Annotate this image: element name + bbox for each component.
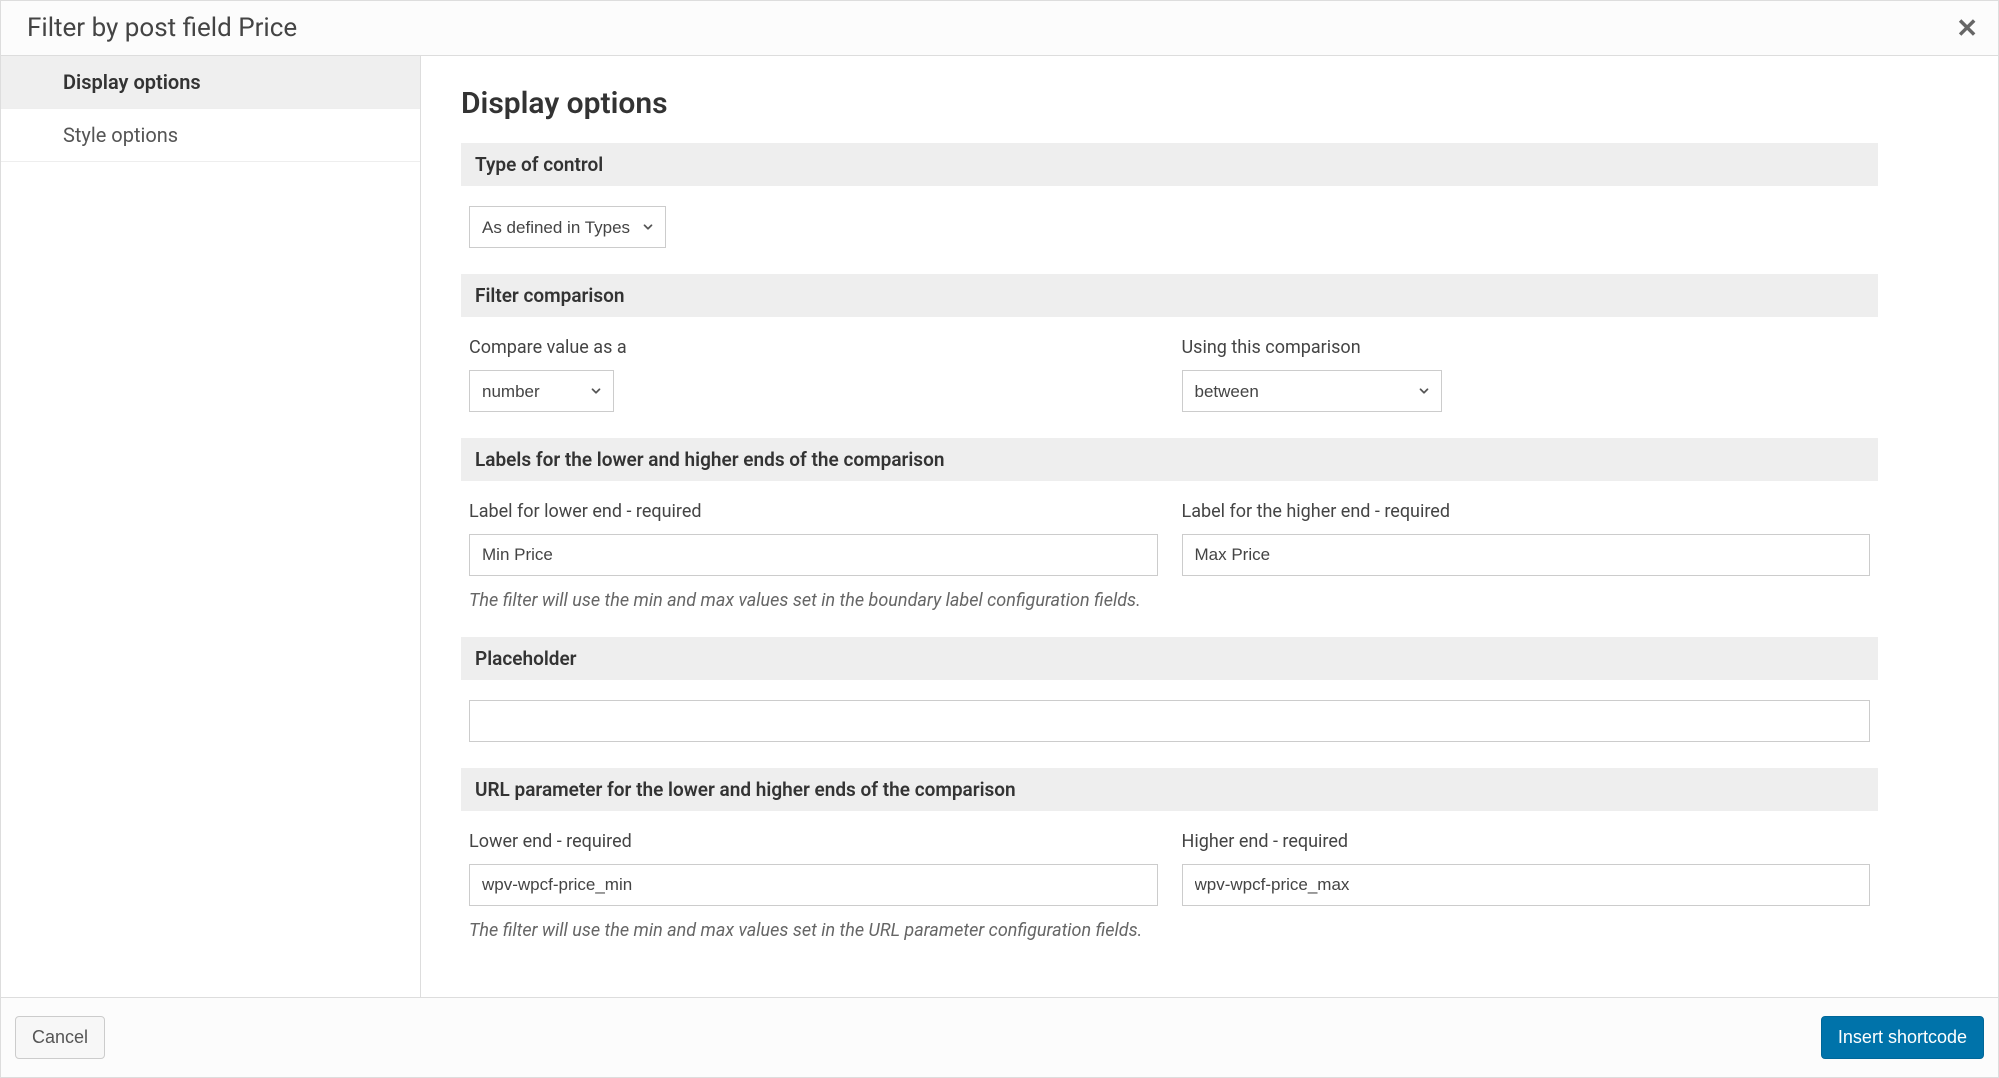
dialog-body: Display options Style options Display op… xyxy=(1,56,1998,997)
section-header-placeholder: Placeholder xyxy=(461,637,1878,680)
section-body-type-of-control: As defined in Types xyxy=(461,206,1878,274)
dialog-header: Filter by post field Price ✕ xyxy=(1,1,1998,56)
dialog-title: Filter by post field Price xyxy=(27,13,297,43)
using-comparison-label: Using this comparison xyxy=(1182,337,1871,358)
label-lower-end-label: Label for lower end - required xyxy=(469,501,1158,522)
section-body-placeholder xyxy=(461,700,1878,768)
label-higher-end-label: Label for the higher end - required xyxy=(1182,501,1871,522)
compare-value-select[interactable]: number xyxy=(469,370,614,412)
section-header-type-of-control: Type of control xyxy=(461,143,1878,186)
sidebar: Display options Style options xyxy=(1,56,421,997)
section-header-labels: Labels for the lower and higher ends of … xyxy=(461,438,1878,481)
url-higher-end-input[interactable] xyxy=(1182,864,1871,906)
main-content: Display options Type of control As defin… xyxy=(421,56,1998,997)
section-header-filter-comparison: Filter comparison xyxy=(461,274,1878,317)
sidebar-item-label: Display options xyxy=(63,70,201,94)
section-body-labels: Label for lower end - required Label for… xyxy=(461,501,1878,637)
label-higher-end-input[interactable] xyxy=(1182,534,1871,576)
section-body-filter-comparison: Compare value as a number Using this com… xyxy=(461,337,1878,438)
page-heading: Display options xyxy=(461,86,1878,121)
close-button[interactable]: ✕ xyxy=(1956,15,1978,41)
placeholder-input[interactable] xyxy=(469,700,1870,742)
sidebar-item-label: Style options xyxy=(63,123,178,147)
url-lower-end-input[interactable] xyxy=(469,864,1158,906)
url-lower-end-label: Lower end - required xyxy=(469,831,1158,852)
url-higher-end-label: Higher end - required xyxy=(1182,831,1871,852)
section-header-url-param: URL parameter for the lower and higher e… xyxy=(461,768,1878,811)
compare-value-label: Compare value as a xyxy=(469,337,1158,358)
type-of-control-select[interactable]: As defined in Types xyxy=(469,206,666,248)
close-icon: ✕ xyxy=(1956,13,1978,43)
insert-shortcode-button[interactable]: Insert shortcode xyxy=(1821,1016,1984,1059)
filter-dialog: Filter by post field Price ✕ Display opt… xyxy=(0,0,1999,1078)
dialog-footer: Cancel Insert shortcode xyxy=(1,997,1998,1077)
label-lower-end-input[interactable] xyxy=(469,534,1158,576)
url-param-hint: The filter will use the min and max valu… xyxy=(469,920,1870,941)
sidebar-item-display-options[interactable]: Display options xyxy=(1,56,420,109)
using-comparison-select[interactable]: between xyxy=(1182,370,1442,412)
labels-hint: The filter will use the min and max valu… xyxy=(469,590,1870,611)
cancel-button[interactable]: Cancel xyxy=(15,1016,105,1059)
section-body-url-param: Lower end - required Higher end - requir… xyxy=(461,831,1878,967)
sidebar-item-style-options[interactable]: Style options xyxy=(1,109,420,162)
